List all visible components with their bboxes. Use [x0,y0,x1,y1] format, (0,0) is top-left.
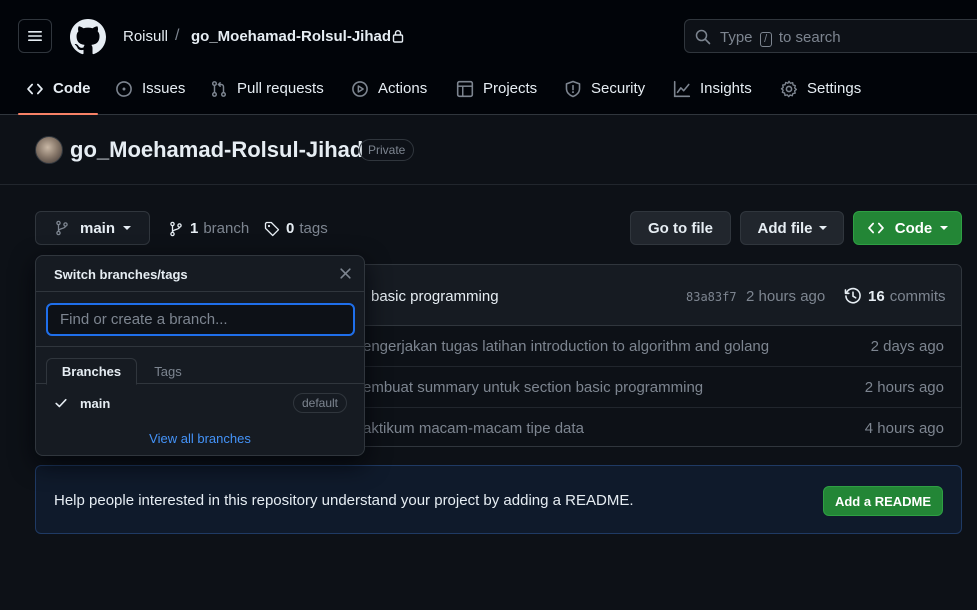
branch-word: branch [203,220,250,237]
code-button-label: Code [894,219,933,237]
tab-projects[interactable]: Projects [456,73,537,115]
menu-button[interactable] [18,19,52,53]
popover-divider [36,346,364,347]
branch-select-button[interactable]: main [35,211,150,245]
history-icon [844,287,862,305]
branch-count: 1 [190,220,199,237]
git-pull-request-icon [210,80,228,98]
lock-icon [392,29,404,43]
branch-item-label: main [80,396,111,411]
tab-insights[interactable]: Insights [673,73,752,115]
add-file-button[interactable]: Add file [740,211,844,245]
current-branch-label: main [80,219,116,237]
latest-commit-time: 2 hours ago [746,288,826,305]
tab-security[interactable]: Security [564,73,645,115]
play-icon [351,80,369,98]
tab-settings[interactable]: Settings [780,73,861,115]
check-icon [54,396,68,410]
chevron-down-icon [818,226,827,230]
default-badge: default [292,393,347,413]
tab-tags[interactable]: Tags [146,358,190,384]
code-icon [867,219,885,237]
popover-header: Switch branches/tags [36,256,364,292]
search-input[interactable]: Type / to search [684,19,977,53]
breadcrumb-separator: / [175,27,180,44]
file-commit-time: 4 hours ago [864,420,944,437]
branch-item-main[interactable]: main default [36,391,364,417]
search-shortcut-key: / [759,32,772,47]
active-tab-indicator [18,113,98,115]
go-to-file-button[interactable]: Go to file [630,211,731,245]
readme-prompt-text: Help people interested in this repositor… [54,492,634,509]
code-dropdown-button[interactable]: Code [853,211,962,245]
breadcrumb-owner[interactable]: Roisull [123,28,168,45]
tab-pull-requests[interactable]: Pull requests [210,73,324,115]
search-icon [695,29,711,45]
latest-commit-hash[interactable]: 83a83f7 [686,290,737,304]
commit-word: commits [889,287,946,305]
git-branch-icon [54,220,70,236]
view-all-branches-link[interactable]: View all branches [36,431,364,446]
chevron-down-icon [940,226,949,230]
shield-icon [564,80,582,98]
branches-link[interactable]: 1 branch [168,220,249,237]
add-file-label: Add file [757,219,813,237]
tags-link[interactable]: 0 tags [264,220,328,237]
branch-switcher-popover: Switch branches/tags Branches Tags main … [35,255,365,456]
close-icon[interactable] [339,267,352,280]
file-commit-message[interactable]: engerjakan tugas latihan introduction to… [363,338,769,355]
code-icon [26,80,44,98]
search-placeholder: Type / to search [720,29,841,47]
readme-prompt: Help people interested in this repositor… [35,465,962,534]
commit-history-link[interactable]: 16 commits [844,287,946,305]
popover-title: Switch branches/tags [54,267,188,282]
tag-icon [264,221,280,237]
hamburger-icon [28,31,42,41]
tab-actions[interactable]: Actions [351,73,427,115]
branch-filter-input[interactable] [46,303,355,336]
repo-title[interactable]: go_Moehamad-Rolsul-Jihad [70,137,363,163]
commit-count: 16 [868,287,885,305]
tab-branches[interactable]: Branches [46,358,137,385]
latest-commit-message[interactable]: basic programming [371,288,499,305]
file-commit-time: 2 hours ago [864,379,944,396]
breadcrumb-repo[interactable]: go_Moehamad-Rolsul-Jihad [191,28,391,45]
owner-avatar[interactable] [35,136,63,164]
repo-nav: Code Issues Pull requests Actions Projec… [0,73,977,115]
table-icon [456,80,474,98]
graph-icon [673,80,691,98]
file-commit-time: 2 days ago [870,338,944,355]
tag-count: 0 [286,220,295,237]
tab-code[interactable]: Code [26,73,91,115]
file-commit-message[interactable]: aktikum macam-macam tipe data [363,420,584,437]
gear-icon [780,80,798,98]
visibility-badge: Private [359,139,415,161]
header-divider [0,184,977,185]
git-branch-icon [168,221,184,237]
global-header: Roisull / go_Moehamad-Rolsul-Jihad Type … [0,0,977,115]
tab-issues[interactable]: Issues [115,73,185,115]
issue-opened-icon [115,80,133,98]
file-commit-message[interactable]: embuat summary untuk section basic progr… [363,379,703,396]
chevron-down-icon [123,226,132,230]
github-logo-icon[interactable] [70,19,106,55]
tag-word: tags [299,220,328,237]
add-readme-button[interactable]: Add a README [823,486,943,516]
